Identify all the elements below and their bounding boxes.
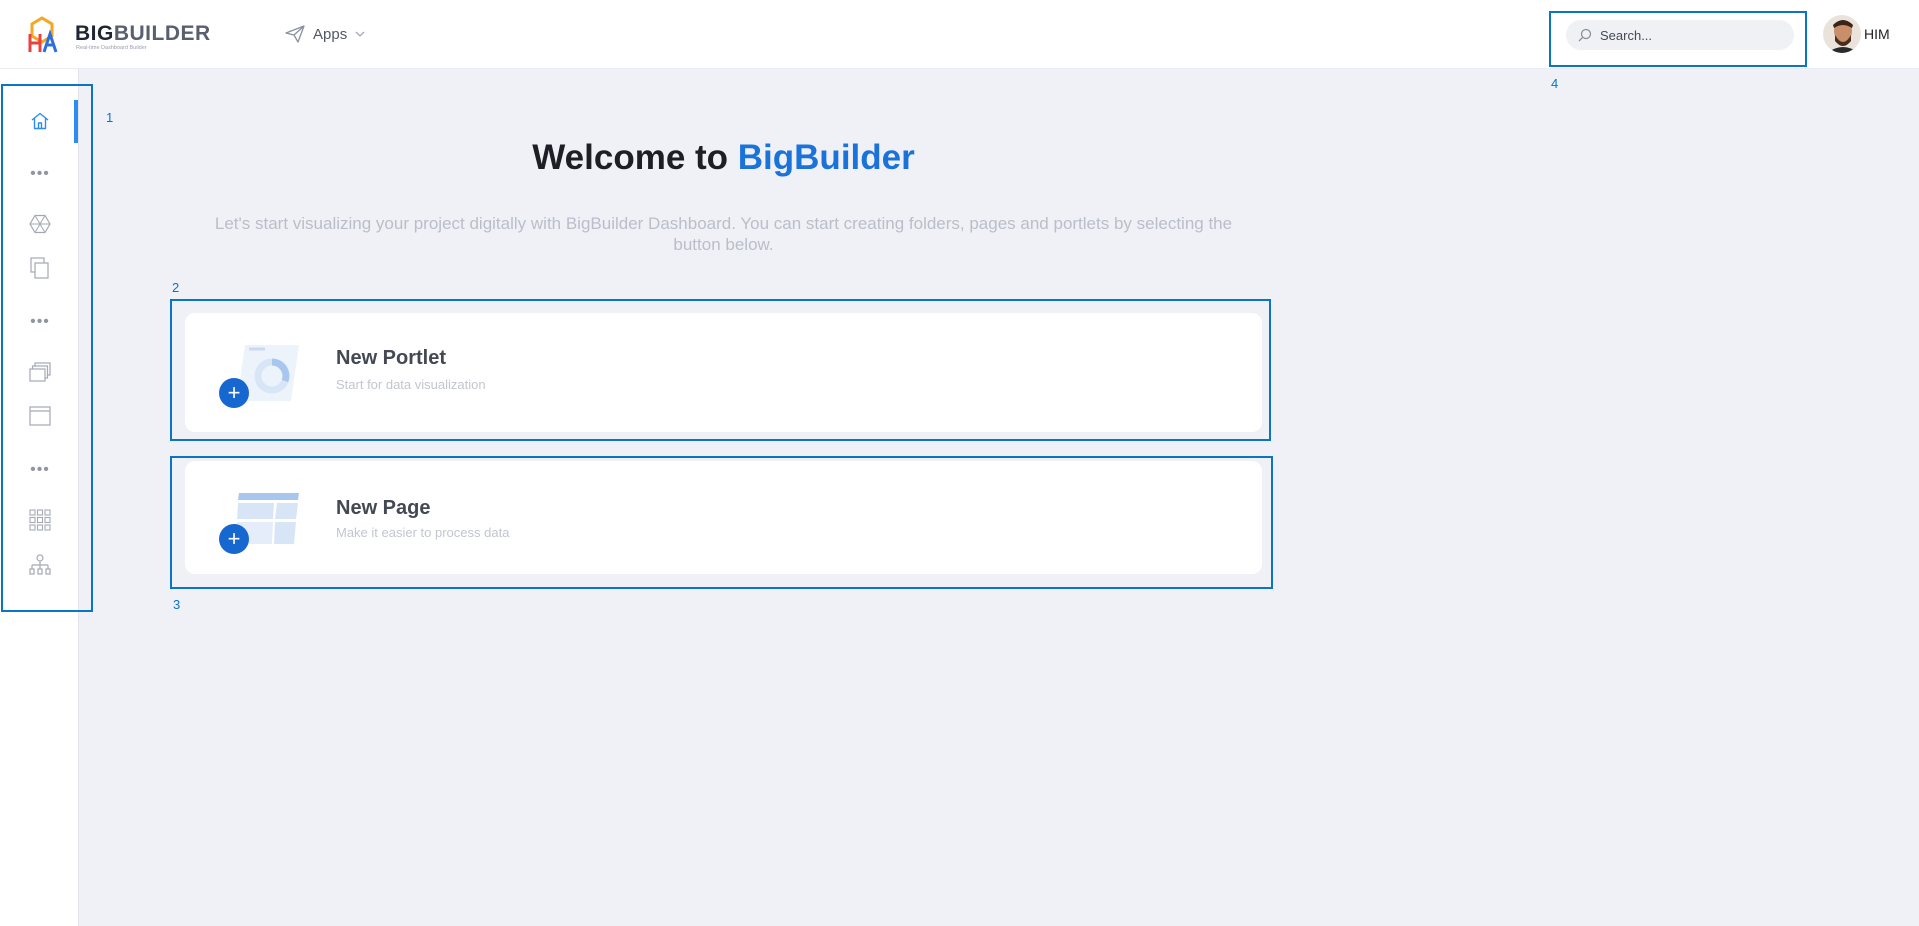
new-portlet-card[interactable]: + New Portlet Start for data visualizati… [185,313,1262,432]
more-icon: ••• [30,461,50,478]
intro-text: Let's start visualizing your project dig… [214,214,1233,254]
layers-icon [29,362,51,382]
sidebar-item-home[interactable] [20,106,60,136]
card-subtitle: Start for data visualization [336,377,486,392]
sidebar-item-window[interactable] [20,401,60,431]
user-name[interactable]: HIM [1864,26,1890,42]
annotation-label: 1 [106,110,114,125]
paper-plane-icon [285,25,305,43]
grid-apps-icon [29,509,51,531]
home-icon [31,112,49,130]
sidebar-item-more-2[interactable]: ••• [20,307,60,337]
top-header: BIGBUILDER Real-time Dashboard Builder A… [0,0,1919,69]
new-page-card[interactable]: + New Page Make it easier to process dat… [185,461,1262,574]
annotation-label: 3 [173,597,181,612]
window-icon [29,406,51,426]
sidebar: ••• ••• ••• [0,69,79,926]
hexagon-network-icon [29,214,51,234]
more-icon: ••• [30,313,50,330]
sidebar-active-indicator [74,100,78,143]
sidebar-item-more-3[interactable]: ••• [20,455,60,485]
avatar[interactable] [1823,15,1861,53]
annotation-label: 4 [1551,76,1559,91]
chevron-down-icon [355,31,365,37]
plus-icon: + [219,524,249,554]
card-subtitle: Make it easier to process data [336,525,510,540]
card-title: New Page [336,497,431,519]
search-icon [1578,28,1592,42]
sidebar-item-layers[interactable] [20,357,60,387]
sidebar-item-copy[interactable] [20,253,60,283]
annotation-label: 2 [172,280,180,295]
user-avatar-image [1823,15,1861,53]
sidebar-item-more-1[interactable]: ••• [20,159,60,189]
brand-name: BIGBUILDER [75,22,211,45]
more-icon: ••• [30,165,50,182]
apps-menu[interactable]: Apps [285,24,365,44]
search-input[interactable] [1600,27,1780,43]
search-box[interactable] [1566,20,1794,50]
apps-menu-label: Apps [313,25,348,43]
brand-tagline: Real-time Dashboard Builder [76,45,147,51]
sidebar-item-network[interactable] [20,209,60,239]
card-title: New Portlet [336,347,447,369]
portlet-illustration: + [219,343,314,418]
sidebar-item-sitemap[interactable] [20,550,60,580]
brand-logo[interactable]: BIGBUILDER Real-time Dashboard Builder [28,14,211,54]
sitemap-icon [29,554,51,575]
page-title: Welcome to BigBuilder [532,138,915,177]
sidebar-item-apps[interactable] [20,505,60,535]
brand-logo-mark [28,16,58,53]
copy-pages-icon [30,257,49,279]
page-illustration: + [219,491,314,558]
plus-icon: + [219,378,249,408]
